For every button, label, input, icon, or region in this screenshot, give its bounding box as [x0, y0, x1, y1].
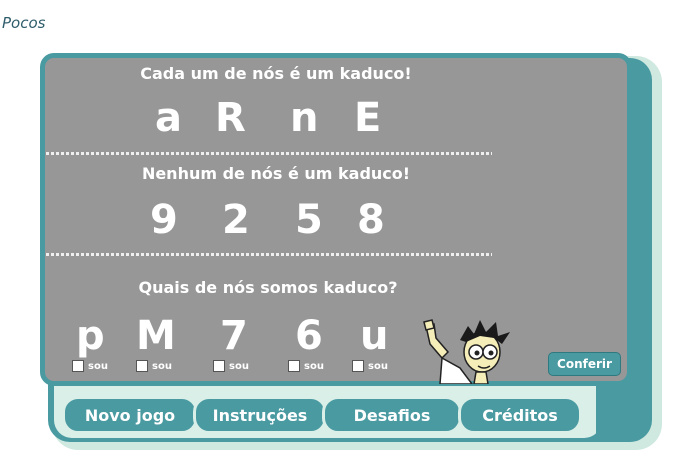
divider: [46, 253, 492, 256]
check-button[interactable]: Conferir: [548, 352, 621, 376]
choice-checkbox-5[interactable]: sou: [352, 360, 388, 372]
choice-label: sou: [368, 360, 388, 372]
checkbox[interactable]: [352, 360, 364, 372]
choice-checkbox-4[interactable]: sou: [288, 360, 324, 372]
example-yes: a: [155, 95, 182, 141]
choice-symbol: 7: [220, 313, 248, 359]
choice-label: sou: [152, 360, 172, 372]
checkbox[interactable]: [72, 360, 84, 372]
divider: [46, 152, 492, 155]
checkbox[interactable]: [288, 360, 300, 372]
choice-label: sou: [88, 360, 108, 372]
example-no: 8: [357, 197, 385, 243]
scientist-character-icon: [423, 319, 510, 384]
choice-checkbox-1[interactable]: sou: [72, 360, 108, 372]
tab-credits[interactable]: Créditos: [458, 396, 582, 434]
choice-label: sou: [304, 360, 324, 372]
heading-no: Nenhum de nós é um kaduco!: [141, 164, 411, 183]
tab-instructions[interactable]: Instruções: [193, 396, 327, 434]
tab-challenges[interactable]: Desafios: [322, 396, 462, 434]
checkbox[interactable]: [136, 360, 148, 372]
example-yes: n: [290, 95, 319, 141]
choice-symbol: p: [76, 313, 105, 359]
heading-yes: Cada um de nós é um kaduco!: [140, 64, 412, 83]
choice-symbol: 6: [295, 313, 323, 359]
example-yes: E: [354, 95, 382, 141]
choice-checkbox-3[interactable]: sou: [213, 360, 249, 372]
frame-notch: [596, 384, 646, 438]
choice-checkbox-2[interactable]: sou: [136, 360, 172, 372]
page-title: Pocos: [2, 14, 46, 32]
question-heading: Quais de nós somos kaduco?: [138, 278, 398, 297]
example-no: 5: [295, 197, 323, 243]
choice-symbol: u: [360, 313, 389, 359]
choice-label: sou: [229, 360, 249, 372]
game-board: [40, 53, 632, 386]
example-no: 2: [222, 197, 250, 243]
example-no: 9: [150, 197, 178, 243]
example-yes: R: [215, 95, 246, 141]
tab-new-game[interactable]: Novo jogo: [62, 396, 198, 434]
checkbox[interactable]: [213, 360, 225, 372]
choice-symbol: M: [136, 313, 176, 359]
